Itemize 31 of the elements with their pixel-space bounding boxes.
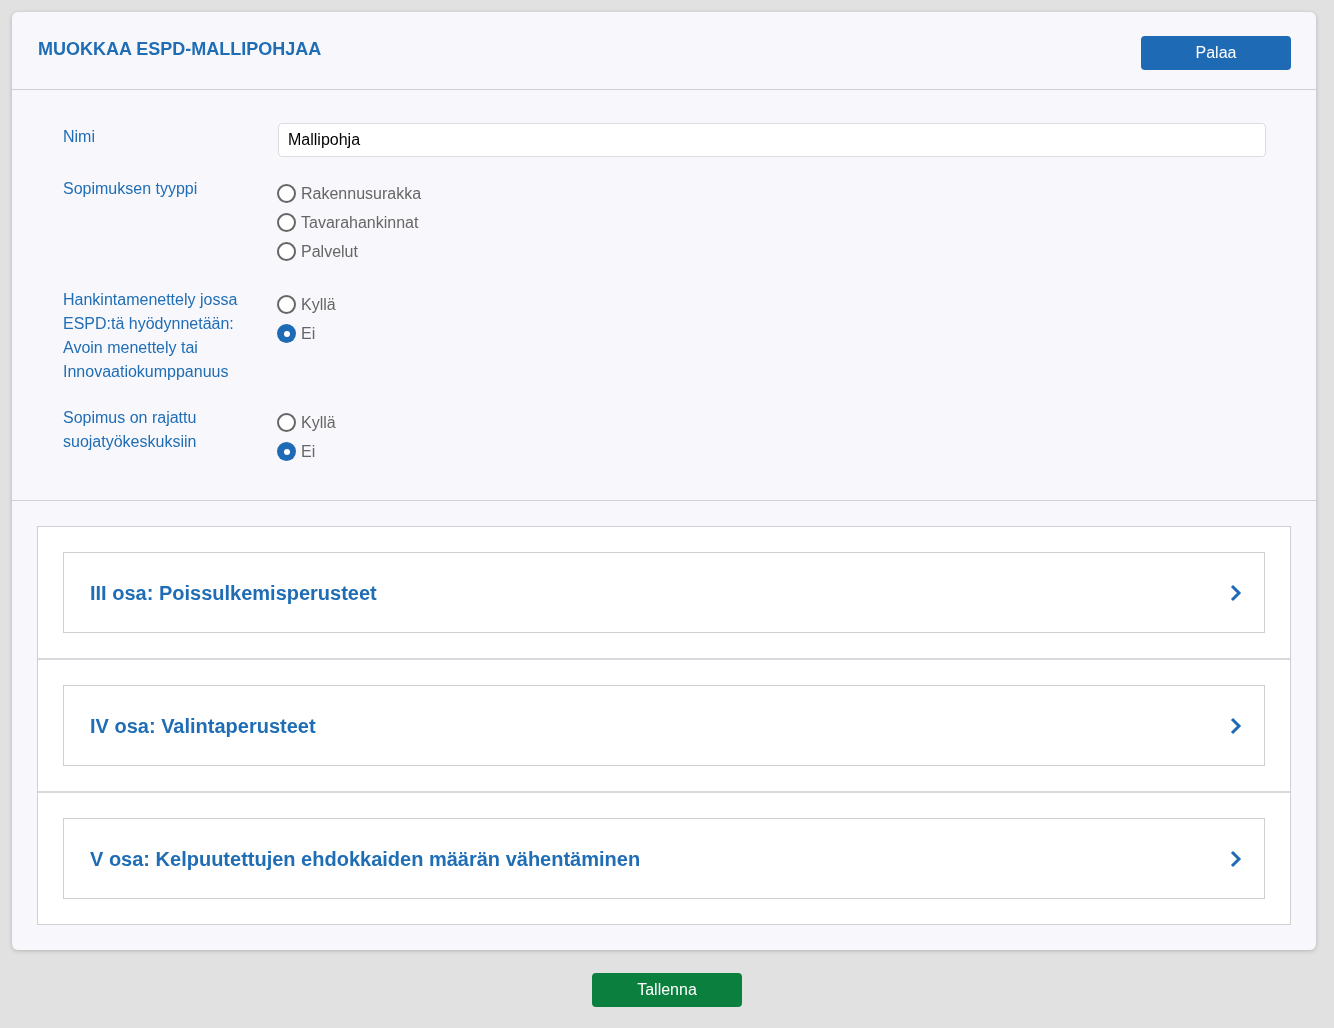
save-button[interactable]: Tallenna [592,973,742,1007]
radio-button[interactable] [277,442,296,461]
back-button[interactable]: Palaa [1141,35,1291,70]
option-label: Ei [301,323,316,344]
radio-button[interactable] [277,213,296,232]
field-label: Sopimuksen tyyppi [63,179,199,199]
chevron-right-icon [1230,583,1242,602]
name-input-field[interactable]: Mallipohja [278,123,1266,157]
option-label: Palvelut [301,241,358,262]
radio-button[interactable] [277,295,296,314]
option-label: Kyllä [301,294,336,315]
option-label: Ei [301,441,316,462]
chevron-right-icon [1230,849,1242,868]
radio-button[interactable] [277,413,296,432]
field-label: Hankintamenettely jossa ESPD:tä hyödynnetään: Avoin menettely tai Innovaatiokumppanuus [63,290,239,382]
option-label: Rakennusurakka [301,183,422,204]
section-item[interactable]: V osa: Kelpuutettujen ehdokkaiden määrän vähentäminen [63,818,1265,899]
section-item[interactable]: III osa: Poissulkemisperusteet [63,552,1265,633]
radio-button[interactable] [277,184,296,203]
chevron-right-icon [1230,716,1242,735]
radio-button[interactable] [277,324,296,343]
section-title: III osa: Poissulkemisperusteet [90,580,377,606]
page-title: MUOKKAA ESPD-MALLIPOHJAA [38,38,322,61]
field-label: Nimi [63,127,96,147]
section-item[interactable]: IV osa: Valintaperusteet [63,685,1265,766]
radio-button[interactable] [277,242,296,261]
section-title: V osa: Kelpuutettujen ehdokkaiden määrän vähentäminen [90,846,641,872]
section-title: IV osa: Valintaperusteet [90,713,316,739]
option-label: Kyllä [301,412,336,433]
field-label: Sopimus on rajattu suojatyökeskuksiin [63,408,198,452]
option-label: Tavarahankinnat [301,212,419,233]
